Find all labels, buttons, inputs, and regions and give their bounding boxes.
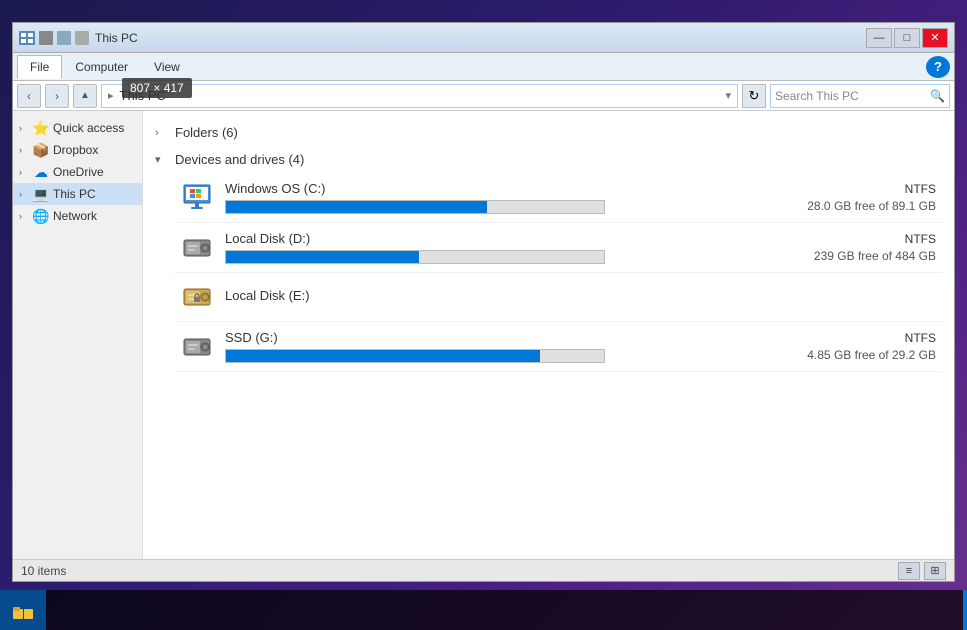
sidebar-item-dropbox[interactable]: › 📦 Dropbox bbox=[13, 139, 142, 161]
address-path[interactable]: ▸ This PC ▾ bbox=[101, 84, 738, 108]
up-button[interactable]: ▲ bbox=[73, 84, 97, 108]
drive-list: Windows OS (C:) NTFS 28.0 GB free of 89.… bbox=[155, 173, 942, 372]
refresh-button[interactable]: ↻ bbox=[742, 84, 766, 108]
save-icon bbox=[39, 31, 53, 45]
tab-file[interactable]: File bbox=[17, 55, 62, 79]
title-bar: This PC — □ ✕ bbox=[13, 23, 954, 53]
drive-name-g: SSD (G:) bbox=[225, 330, 784, 345]
main-content: › Folders (6) ▾ Devices and drives (4) bbox=[143, 111, 954, 559]
dropbox-label: Dropbox bbox=[53, 143, 98, 157]
sidebar: › ⭐ Quick access › 📦 Dropbox › ☁ OneDriv… bbox=[13, 111, 143, 559]
drive-progress-d bbox=[225, 250, 605, 264]
drive-progress-c bbox=[225, 200, 605, 214]
view-icons-button[interactable]: ⊞ bbox=[924, 562, 946, 580]
window-title: This PC bbox=[95, 31, 866, 45]
drive-item-g[interactable]: SSD (G:) NTFS 4.85 GB free of 29.2 GB bbox=[175, 322, 942, 372]
window-controls: — □ ✕ bbox=[866, 28, 948, 48]
quick-access-icon: ⭐ bbox=[33, 121, 49, 135]
content-area: › ⭐ Quick access › 📦 Dropbox › ☁ OneDriv… bbox=[13, 111, 954, 559]
tooltip: 807 × 417 bbox=[122, 78, 192, 98]
onedrive-label: OneDrive bbox=[53, 165, 104, 179]
search-placeholder: Search This PC bbox=[775, 89, 859, 103]
folders-section-title: Folders (6) bbox=[175, 125, 238, 140]
network-icon: 🌐 bbox=[33, 209, 49, 223]
drive-item-e[interactable]: Local Disk (E:) bbox=[175, 273, 942, 322]
minimize-button[interactable]: — bbox=[866, 28, 892, 48]
drives-section-header[interactable]: ▾ Devices and drives (4) bbox=[155, 146, 942, 173]
drive-free-c: 28.0 GB free of 89.1 GB bbox=[796, 199, 936, 213]
onedrive-icon: ☁ bbox=[33, 165, 49, 179]
taskbar bbox=[0, 590, 967, 630]
drive-item-d[interactable]: Local Disk (D:) NTFS 239 GB free of 484 … bbox=[175, 223, 942, 273]
taskbar-accent bbox=[963, 590, 967, 630]
drive-name-d: Local Disk (D:) bbox=[225, 231, 784, 246]
pin-icon bbox=[75, 31, 89, 45]
taskbar-explorer[interactable] bbox=[0, 590, 46, 630]
file-explorer-window: This PC — □ ✕ File Computer View ? ‹ › ▲… bbox=[12, 22, 955, 582]
drive-progress-g bbox=[225, 349, 605, 363]
maximize-button[interactable]: □ bbox=[894, 28, 920, 48]
close-button[interactable]: ✕ bbox=[922, 28, 948, 48]
drive-icon-e bbox=[181, 281, 213, 313]
drive-fs-d: NTFS bbox=[796, 232, 936, 246]
drives-arrow: ▾ bbox=[155, 153, 169, 166]
this-pc-label: This PC bbox=[53, 187, 96, 201]
onedrive-arrow: › bbox=[19, 167, 29, 177]
drive-free-d: 239 GB free of 484 GB bbox=[796, 249, 936, 263]
back-button[interactable]: ‹ bbox=[17, 84, 41, 108]
drive-name-e: Local Disk (E:) bbox=[225, 288, 784, 303]
search-box[interactable]: Search This PC 🔍 bbox=[770, 84, 950, 108]
drive-name-c: Windows OS (C:) bbox=[225, 181, 784, 196]
ribbon: File Computer View ? bbox=[13, 53, 954, 81]
drives-section-title: Devices and drives (4) bbox=[175, 152, 304, 167]
drive-item-c[interactable]: Windows OS (C:) NTFS 28.0 GB free of 89.… bbox=[175, 173, 942, 223]
folders-section-header[interactable]: › Folders (6) bbox=[155, 119, 942, 146]
tab-computer[interactable]: Computer bbox=[62, 55, 141, 79]
drive-icon-c bbox=[181, 182, 213, 214]
forward-button[interactable]: › bbox=[45, 84, 69, 108]
drive-fs-g: NTFS bbox=[796, 331, 936, 345]
sidebar-item-onedrive[interactable]: › ☁ OneDrive bbox=[13, 161, 142, 183]
folder-icon bbox=[57, 31, 71, 45]
drive-info-e: Local Disk (E:) bbox=[225, 288, 784, 307]
drive-free-g: 4.85 GB free of 29.2 GB bbox=[796, 348, 936, 362]
tab-view[interactable]: View bbox=[141, 55, 193, 79]
search-icon: 🔍 bbox=[930, 89, 945, 103]
folders-arrow: › bbox=[155, 127, 169, 139]
drive-info-d: Local Disk (D:) bbox=[225, 231, 784, 264]
help-button[interactable]: ? bbox=[926, 56, 950, 78]
window-icon bbox=[19, 31, 35, 45]
this-pc-arrow: › bbox=[19, 189, 29, 199]
drive-meta-c: NTFS 28.0 GB free of 89.1 GB bbox=[796, 182, 936, 213]
title-bar-icons bbox=[19, 31, 89, 45]
quick-access-arrow: › bbox=[19, 123, 29, 133]
drive-fs-c: NTFS bbox=[796, 182, 936, 196]
drive-info-c: Windows OS (C:) bbox=[225, 181, 784, 214]
drive-icon-g bbox=[181, 331, 213, 363]
this-pc-icon: 💻 bbox=[33, 187, 49, 201]
drive-fill-g bbox=[226, 350, 540, 362]
sidebar-item-this-pc[interactable]: › 💻 This PC bbox=[13, 183, 142, 205]
items-count: 10 items bbox=[21, 564, 66, 578]
dropbox-arrow: › bbox=[19, 145, 29, 155]
address-dropdown-icon: ▾ bbox=[725, 89, 731, 102]
status-bar: 10 items ≡ ⊞ bbox=[13, 559, 954, 581]
sidebar-item-network[interactable]: › 🌐 Network bbox=[13, 205, 142, 227]
network-arrow: › bbox=[19, 211, 29, 221]
view-details-button[interactable]: ≡ bbox=[898, 562, 920, 580]
drive-meta-d: NTFS 239 GB free of 484 GB bbox=[796, 232, 936, 263]
dropbox-icon: 📦 bbox=[33, 143, 49, 157]
path-separator: ▸ bbox=[108, 89, 114, 102]
network-label: Network bbox=[53, 209, 97, 223]
sidebar-item-quick-access[interactable]: › ⭐ Quick access bbox=[13, 117, 142, 139]
drive-info-g: SSD (G:) bbox=[225, 330, 784, 363]
status-right: ≡ ⊞ bbox=[898, 562, 946, 580]
drive-fill-c bbox=[226, 201, 487, 213]
drive-fill-d bbox=[226, 251, 419, 263]
drive-meta-g: NTFS 4.85 GB free of 29.2 GB bbox=[796, 331, 936, 362]
quick-access-label: Quick access bbox=[53, 121, 124, 135]
drive-icon-d bbox=[181, 232, 213, 264]
